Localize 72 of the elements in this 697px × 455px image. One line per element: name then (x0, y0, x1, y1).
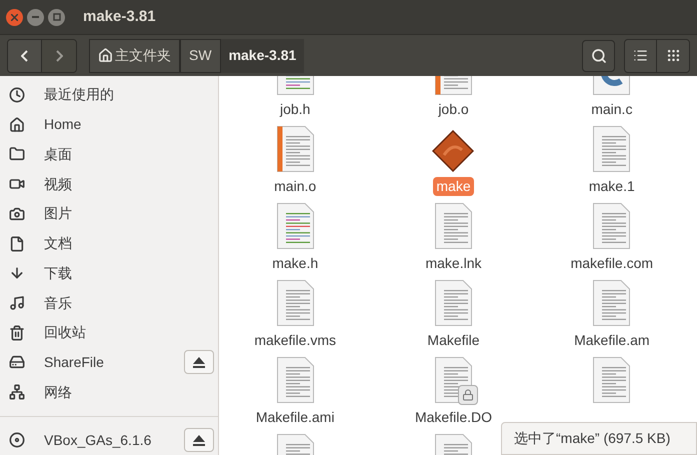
document-icon (593, 357, 630, 403)
forward-icon (56, 50, 62, 62)
eject-icon (193, 434, 205, 446)
close-button[interactable] (6, 8, 23, 26)
file-name[interactable]: make.h (269, 254, 322, 273)
network-icon (9, 384, 25, 400)
sidebar-item[interactable]: Home (44, 114, 214, 136)
home-icon (98, 48, 113, 63)
disc-icon (9, 432, 25, 448)
file-name[interactable]: job.h (276, 100, 314, 119)
document-icon (434, 280, 472, 326)
file-name[interactable]: Makefile.am (571, 331, 653, 350)
eject-button[interactable] (184, 350, 214, 374)
file-name[interactable]: makefile.vms (251, 331, 339, 350)
close-icon (11, 14, 18, 20)
list-icon (633, 48, 648, 63)
document-icon (276, 203, 314, 249)
sidebar-item[interactable]: 视频 (44, 174, 214, 195)
eject-icon (193, 356, 205, 368)
breadcrumb[interactable]: SW (180, 38, 221, 72)
search-button[interactable] (582, 40, 615, 72)
file-name[interactable]: job.o (435, 100, 472, 119)
back-button[interactable] (8, 40, 42, 72)
document-icon (276, 357, 314, 403)
list-view-button[interactable] (625, 40, 657, 72)
eject-button[interactable] (184, 428, 214, 452)
sidebar-item[interactable]: 下载 (44, 262, 214, 284)
grid-icon (666, 48, 680, 63)
file-name[interactable]: main.o (271, 177, 320, 196)
file-name[interactable]: make.1 (586, 177, 638, 196)
document-icon (593, 126, 630, 172)
camera-icon (9, 206, 25, 222)
maximize-icon (52, 13, 60, 21)
document-icon (276, 126, 314, 172)
music-note-icon (9, 295, 25, 311)
drive-icon (9, 354, 25, 370)
document-icon (593, 280, 630, 326)
minimize-icon (32, 16, 39, 18)
minimize-button[interactable] (27, 8, 44, 26)
document-icon (593, 203, 630, 249)
sidebar-item[interactable]: 桌面 (44, 144, 214, 165)
sidebar-item[interactable]: 网络 (44, 382, 214, 403)
sidebar-item[interactable]: 音乐 (44, 292, 214, 314)
sidebar-item[interactable]: VBox_GAs_6.1.6 (44, 430, 184, 451)
sidebar-item[interactable]: ShareFile (44, 352, 184, 373)
file-name[interactable]: make.lnk (422, 254, 484, 273)
home-icon (9, 116, 25, 133)
search-icon (590, 48, 606, 64)
window-title: make-3.81 (83, 6, 156, 27)
sidebar-item[interactable]: 最近使用的 (44, 84, 214, 106)
breadcrumb[interactable]: 主文件夹 (89, 38, 180, 72)
back-icon (21, 50, 28, 62)
document-icon (276, 280, 314, 326)
file-name[interactable]: Makefile.DO (412, 408, 495, 427)
folder-icon (9, 146, 25, 162)
breadcrumb[interactable]: make-3.81 (220, 38, 304, 72)
file-name[interactable]: main.c (588, 100, 636, 119)
file-name[interactable]: Makefile.ami (252, 408, 338, 427)
sidebar-item[interactable]: 回收站 (44, 322, 214, 344)
maximize-button[interactable] (48, 8, 65, 26)
lock-badge (458, 385, 478, 405)
document-icon (9, 236, 25, 252)
file-name[interactable]: makefile.com (568, 254, 656, 273)
diamond-app-icon (432, 130, 474, 172)
file-name[interactable]: Makefile (424, 331, 483, 350)
document-icon (434, 203, 472, 249)
trash-icon (9, 324, 25, 341)
status-text: 选中了“make” (697.5 KB) (514, 429, 670, 448)
clock-icon (9, 86, 25, 103)
sidebar-item[interactable]: 图片 (44, 203, 214, 224)
grid-view-button[interactable] (657, 40, 689, 72)
sidebar-item[interactable]: 文档 (44, 233, 214, 254)
